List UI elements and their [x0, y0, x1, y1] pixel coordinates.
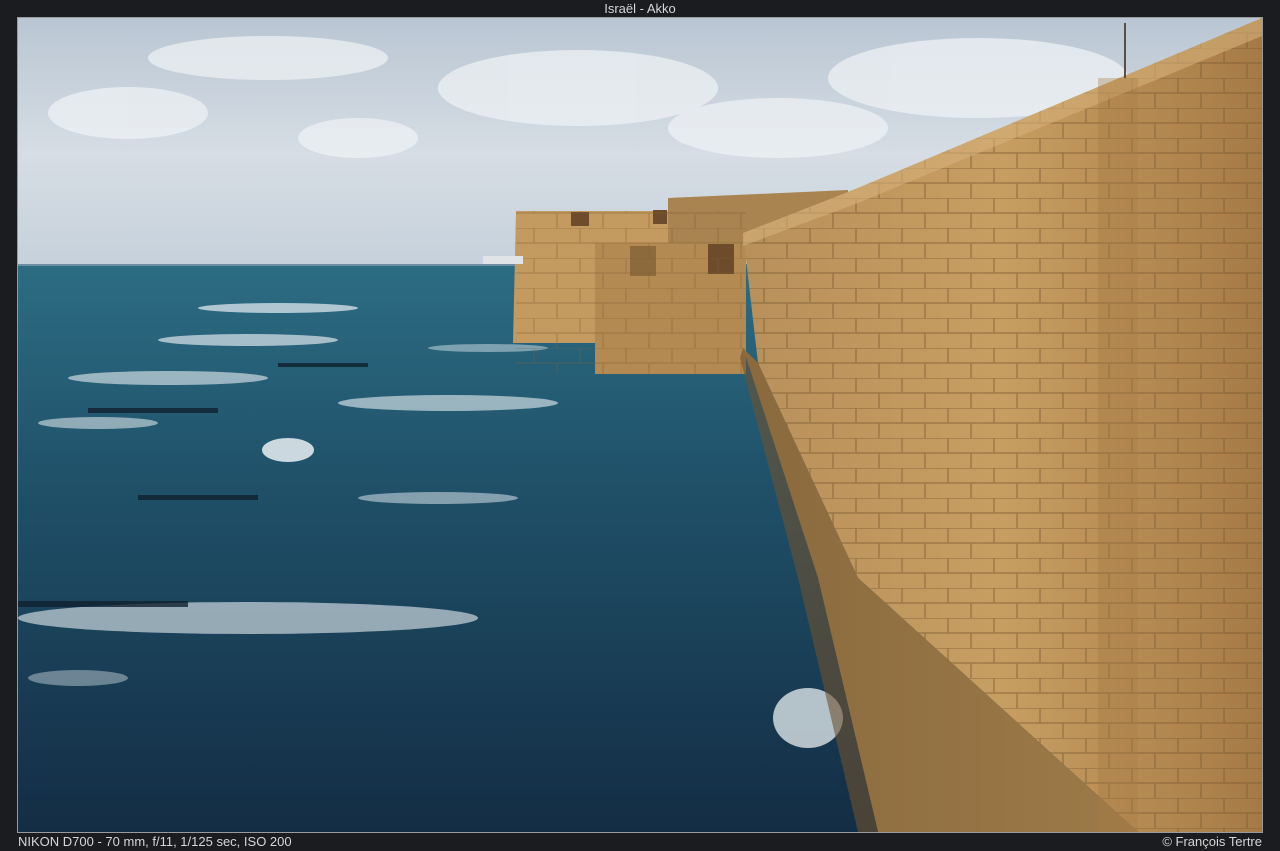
photo-title: Israël - Akko: [604, 1, 676, 16]
copyright-caption: © François Tertre: [1162, 834, 1262, 849]
photo: [17, 17, 1263, 833]
exif-caption: NIKON D700 - 70 mm, f/11, 1/125 sec, ISO…: [18, 834, 292, 849]
